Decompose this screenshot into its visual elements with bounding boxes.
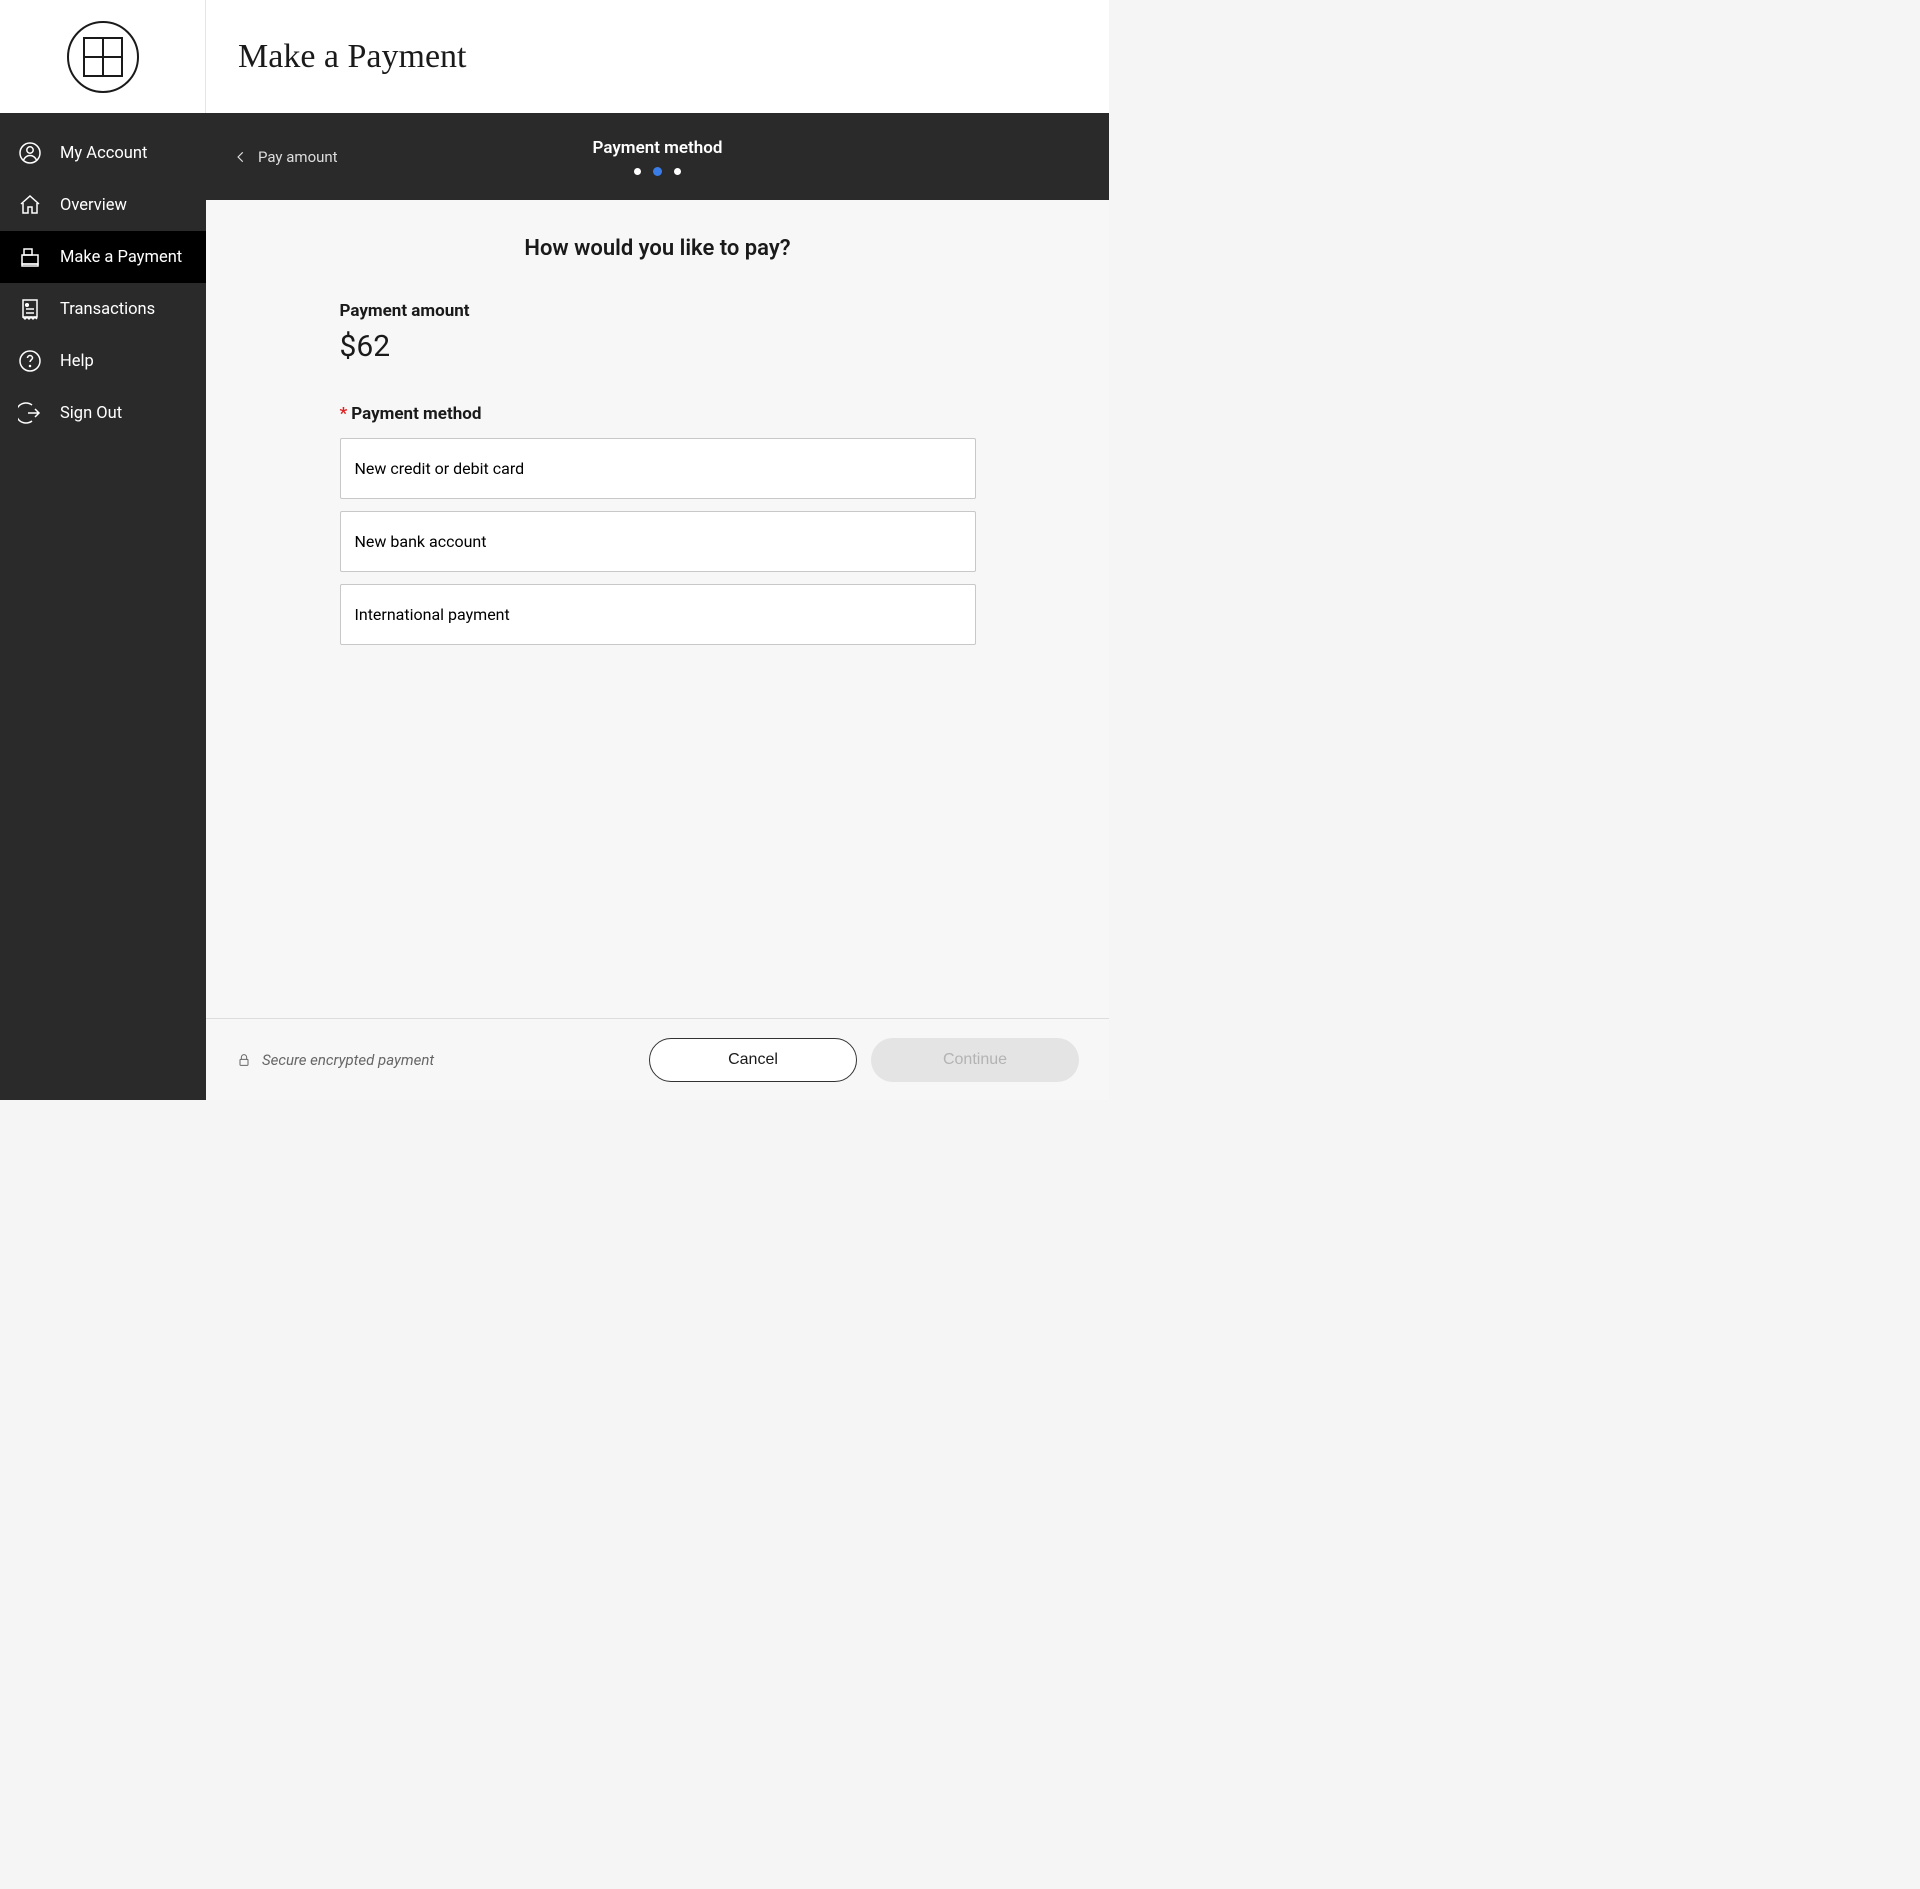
cash-register-icon [18,245,42,269]
nav-item-make-payment[interactable]: Make a Payment [0,231,206,283]
content-area: How would you like to pay? Payment amoun… [206,200,1109,1018]
method-label-text: Payment method [351,404,481,424]
chevron-left-icon [234,150,248,164]
stepper-bar: Pay amount Payment method [206,113,1109,200]
secure-payment-note: Secure encrypted payment [236,1051,434,1069]
page-header: Make a Payment [206,0,1109,113]
main-panel: Make a Payment Pay amount Payment method… [206,0,1109,1100]
nav-item-my-account[interactable]: My Account [0,127,206,179]
payment-question: How would you like to pay? [340,236,976,261]
stepper-center: Payment method [593,138,723,176]
step-dot-3 [674,168,681,175]
nav-item-sign-out[interactable]: Sign Out [0,387,206,439]
stepper-current-label: Payment method [593,138,723,158]
nav-item-label: Sign Out [60,404,122,423]
continue-button[interactable]: Continue [871,1038,1079,1082]
payment-amount-label: Payment amount [340,301,976,321]
payment-method-credit-card[interactable]: New credit or debit card [340,438,976,499]
back-label: Pay amount [258,148,338,166]
help-icon [18,349,42,373]
footer-bar: Secure encrypted payment Cancel Continue [206,1018,1109,1100]
step-dot-1 [634,168,641,175]
back-to-pay-amount[interactable]: Pay amount [234,148,338,166]
university-seal-logo [67,21,139,93]
nav-item-label: Make a Payment [60,248,182,267]
nav-item-label: Overview [60,196,127,215]
nav-item-label: Help [60,352,94,371]
sidebar: My Account Overview Make a Payment Trans… [0,0,206,1100]
stepper-dots [593,168,723,176]
nav-item-overview[interactable]: Overview [0,179,206,231]
secure-text-label: Secure encrypted payment [262,1051,434,1069]
receipt-icon [18,297,42,321]
method-option-label: New credit or debit card [355,459,525,478]
nav-item-transactions[interactable]: Transactions [0,283,206,335]
page-title: Make a Payment [238,38,467,76]
nav-item-label: My Account [60,144,147,163]
payment-method-bank-account[interactable]: New bank account [340,511,976,572]
user-icon [18,141,42,165]
method-option-label: New bank account [355,532,487,551]
nav-item-help[interactable]: Help [0,335,206,387]
payment-amount-value: $62 [340,329,976,364]
step-dot-2 [653,167,662,176]
payment-method-international[interactable]: International payment [340,584,976,645]
method-option-label: International payment [355,605,510,624]
cancel-button[interactable]: Cancel [649,1038,857,1082]
required-indicator: * [340,404,348,424]
nav-list: My Account Overview Make a Payment Trans… [0,113,206,439]
logo-area [0,0,206,113]
lock-icon [236,1052,252,1068]
nav-item-label: Transactions [60,300,155,319]
home-icon [18,193,42,217]
payment-method-label: *Payment method [340,404,976,424]
sign-out-icon [18,401,42,425]
